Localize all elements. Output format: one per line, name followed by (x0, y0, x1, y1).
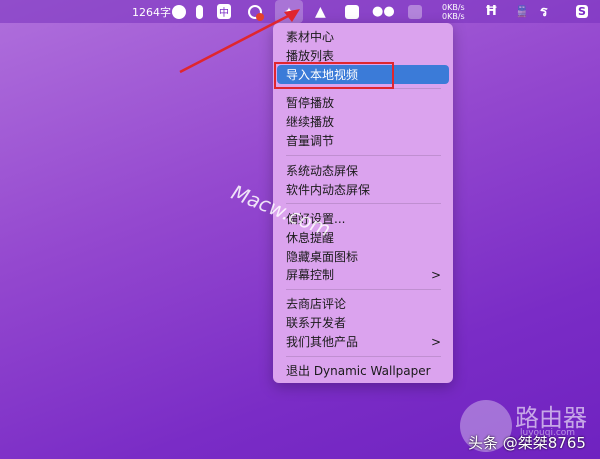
author-watermark: 头条 @桀桀8765 (468, 434, 586, 452)
